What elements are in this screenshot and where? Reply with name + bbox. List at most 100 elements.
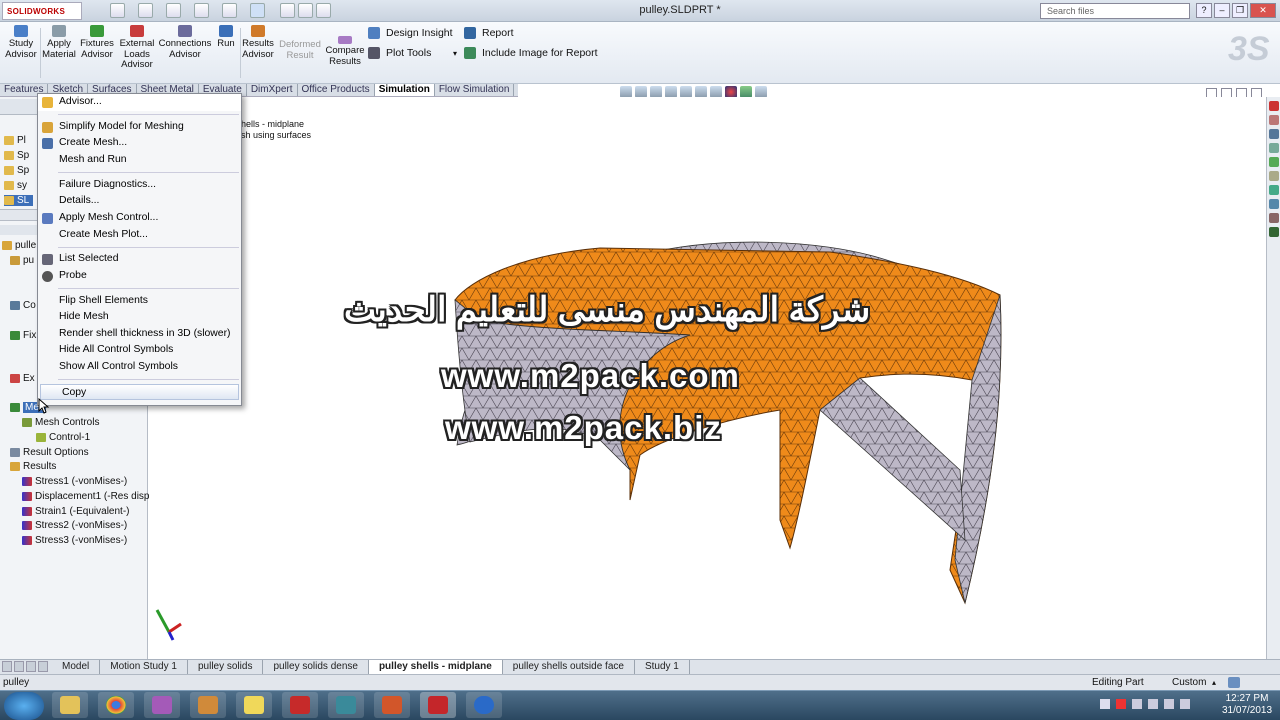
custom-properties-icon[interactable] (1268, 171, 1279, 181)
menu-item-hide-mesh[interactable]: Hide Mesh (38, 309, 241, 326)
design-insight-button[interactable]: Design Insight (368, 27, 453, 39)
file-explorer-icon[interactable] (1268, 129, 1279, 139)
menu-item-list-selected[interactable]: List Selected (38, 251, 241, 268)
search-input[interactable]: Search files (1040, 3, 1190, 19)
appearances-icon[interactable] (1268, 157, 1279, 167)
study-advisor-button[interactable]: Study Advisor (3, 25, 39, 60)
tree-item-results[interactable]: Results (10, 461, 56, 472)
taskbar-app[interactable] (190, 692, 226, 718)
taskbar-chrome[interactable] (98, 692, 134, 718)
save-icon[interactable] (166, 3, 181, 18)
tree-item-strain1[interactable]: Strain1 (-Equivalent-) (22, 506, 129, 517)
plot-tools-button[interactable]: Plot Tools (368, 47, 431, 59)
tray-icon[interactable] (1116, 699, 1126, 709)
taskbar-explorer[interactable] (52, 692, 88, 718)
new-icon[interactable] (110, 3, 125, 18)
tree-item-stress3[interactable]: Stress3 (-vonMises-) (22, 535, 127, 546)
select-icon[interactable] (250, 3, 265, 18)
volume-icon[interactable] (1180, 699, 1190, 709)
taskbar-app3[interactable] (466, 692, 502, 718)
rebuild-icon[interactable] (280, 3, 295, 18)
menu-item-show-control-symbols[interactable]: Show All Control Symbols (38, 359, 241, 376)
menu-item-probe[interactable]: Probe (38, 268, 241, 285)
tray-icon[interactable] (1148, 699, 1158, 709)
taskbar-app2[interactable] (328, 692, 364, 718)
design-library-icon[interactable] (1268, 115, 1279, 125)
status-units[interactable]: Custom (1172, 675, 1206, 690)
tab-dimxpert[interactable]: DimXpert (247, 84, 298, 96)
tab-office-products[interactable]: Office Products (298, 84, 375, 96)
minimize-icon[interactable]: – (1214, 3, 1230, 18)
taskbar-solidworks[interactable] (420, 692, 456, 718)
restore-icon[interactable]: ❐ (1232, 3, 1248, 18)
taskbar-powerpoint[interactable] (374, 692, 410, 718)
system-clock[interactable]: 12:27 PM 31/07/2013 (1222, 693, 1272, 717)
solidworks-forum-icon[interactable] (1268, 185, 1279, 195)
tree-item-external-loads[interactable]: Ex (10, 373, 35, 384)
tab-pulley-shells-outside-face[interactable]: pulley shells outside face (503, 660, 635, 674)
tree-item-study[interactable]: pulle (2, 240, 36, 251)
solidworks-logo[interactable]: SOLIDWORKS (2, 2, 82, 20)
tab-simulation[interactable]: Simulation (374, 84, 435, 96)
scroll-prev-icon[interactable] (14, 661, 24, 672)
taskbar-acrobat[interactable] (282, 692, 318, 718)
tray-arrow-icon[interactable] (1100, 699, 1110, 709)
tree-item-sp2[interactable]: Sp (4, 165, 29, 176)
scroll-last-icon[interactable] (38, 661, 48, 672)
units-dropdown-icon[interactable]: ▴ (1212, 675, 1216, 690)
help-status-icon[interactable] (1228, 677, 1240, 688)
tab-motion-study-1[interactable]: Motion Study 1 (100, 660, 188, 674)
menu-item-flip-shell-elements[interactable]: Flip Shell Elements (38, 293, 241, 310)
tree-item-displacement1[interactable]: Displacement1 (-Res disp (22, 491, 150, 502)
fixtures-advisor-button[interactable]: Fixtures Advisor (78, 25, 116, 60)
graphics-area[interactable]: hells - midplane sh using surfaces شركة … (149, 97, 1266, 659)
menu-item-render-shell-thickness[interactable]: Render shell thickness in 3D (slower) (38, 326, 241, 343)
tab-scroll-buttons[interactable] (2, 661, 50, 673)
start-button[interactable] (4, 692, 44, 720)
tree-item-fixtures[interactable]: Fix (10, 330, 36, 341)
tab-pulley-shells-midplane[interactable]: pulley shells - midplane (368, 660, 503, 674)
file-properties-icon[interactable] (298, 3, 313, 18)
network-icon[interactable] (1164, 699, 1174, 709)
resources-icon[interactable] (1268, 101, 1279, 111)
tree-item-part[interactable]: pu (10, 255, 34, 266)
menu-item-mesh-and-run[interactable]: Mesh and Run (38, 152, 241, 169)
tree-item-connections[interactable]: Co (10, 300, 36, 311)
menu-item-apply-mesh-control[interactable]: Apply Mesh Control... (38, 210, 241, 227)
close-icon[interactable]: ✕ (1250, 3, 1276, 18)
tree-item-control-1[interactable]: Control-1 (36, 432, 90, 443)
help-icon[interactable]: ? (1196, 3, 1212, 18)
apply-material-button[interactable]: Apply Material (42, 25, 76, 60)
options-icon[interactable] (316, 3, 331, 18)
results-advisor-button[interactable]: Results Advisor (241, 25, 275, 60)
run-button[interactable]: Run (214, 25, 238, 50)
print-icon[interactable] (194, 3, 209, 18)
tab-model[interactable]: Model (52, 660, 101, 674)
menu-item-create-mesh-plot[interactable]: Create Mesh Plot... (38, 227, 241, 244)
tab-pulley-solids[interactable]: pulley solids (188, 660, 264, 674)
deformed-result-button[interactable]: Deformed Result (277, 39, 323, 61)
tree-item-result-options[interactable]: Result Options (10, 447, 89, 458)
tree-item-mesh-controls[interactable]: Mesh Controls (22, 417, 99, 428)
tray-icon[interactable] (1132, 699, 1142, 709)
open-icon[interactable] (138, 3, 153, 18)
menu-item-details[interactable]: Details... (38, 193, 241, 210)
tree-item-sy[interactable]: sy (4, 180, 27, 191)
compare-results-button[interactable]: Compare Results (324, 36, 366, 67)
tree-item-stress1[interactable]: Stress1 (-vonMises-) (22, 476, 127, 487)
tree-item-stress2[interactable]: Stress2 (-vonMises-) (22, 520, 127, 531)
scroll-next-icon[interactable] (26, 661, 36, 672)
tree-item-selected[interactable]: SL (4, 195, 34, 206)
menu-item-failure-diagnostics[interactable]: Failure Diagnostics... (38, 177, 241, 194)
toolbox-icon[interactable] (1268, 199, 1279, 209)
plot-tools-dropdown-icon[interactable]: ▾ (453, 49, 457, 58)
tab-flow-simulation[interactable]: Flow Simulation (435, 84, 515, 96)
tree-item-sp1[interactable]: Sp (4, 150, 29, 161)
report-button[interactable]: Report (464, 27, 514, 39)
menu-item-hide-control-symbols[interactable]: Hide All Control Symbols (38, 342, 241, 359)
view-palette-icon[interactable] (1268, 143, 1279, 153)
menu-item-create-mesh[interactable]: Create Mesh... (38, 135, 241, 152)
tab-pulley-solids-dense[interactable]: pulley solids dense (263, 660, 369, 674)
taskbar-notes[interactable] (236, 692, 272, 718)
scroll-first-icon[interactable] (2, 661, 12, 672)
